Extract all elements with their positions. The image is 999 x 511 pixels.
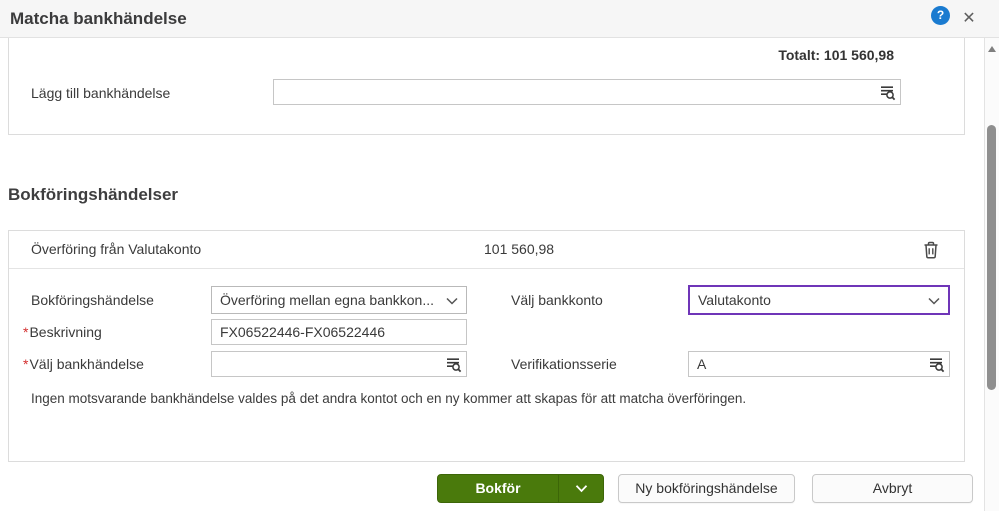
post-options-button[interactable] bbox=[558, 475, 603, 502]
dialog-title: Matcha bankhändelse bbox=[10, 9, 187, 28]
vertical-scrollbar[interactable] bbox=[984, 38, 999, 511]
cancel-button[interactable]: Avbryt bbox=[812, 474, 973, 503]
required-mark: * bbox=[23, 356, 29, 372]
add-bank-event-input[interactable] bbox=[273, 79, 901, 105]
description-input[interactable] bbox=[211, 319, 467, 345]
series-field bbox=[688, 351, 950, 377]
bank-event-label: *Välj bankhändelse bbox=[23, 356, 144, 372]
info-text: Ingen motsvarande bankhändelse valdes på… bbox=[31, 391, 747, 406]
account-value: Valutakonto bbox=[698, 292, 771, 308]
add-bank-event-field bbox=[273, 79, 901, 105]
bank-event-input[interactable] bbox=[211, 351, 467, 377]
scrollbar-thumb[interactable] bbox=[987, 125, 996, 390]
event-type-label: Bokföringshändelse bbox=[31, 292, 154, 308]
lookup-icon[interactable] bbox=[444, 355, 462, 373]
entry-title: Överföring från Valutakonto bbox=[31, 241, 202, 257]
post-button[interactable]: Bokför bbox=[438, 475, 558, 502]
event-type-value: Överföring mellan egna bankkon... bbox=[220, 292, 435, 308]
chevron-down-icon bbox=[446, 292, 458, 308]
entry-row: Överföring från Valutakonto 101 560,98 bbox=[9, 231, 964, 269]
add-bank-event-label: Lägg till bankhändelse bbox=[31, 85, 171, 101]
chevron-down-icon bbox=[575, 480, 588, 498]
total-amount: Totalt: 101 560,98 bbox=[778, 47, 894, 63]
accounting-events-panel: Överföring från Valutakonto 101 560,98 B… bbox=[8, 230, 965, 462]
account-select[interactable]: Valutakonto bbox=[688, 285, 950, 315]
event-type-select[interactable]: Överföring mellan egna bankkon... bbox=[211, 286, 467, 314]
close-icon[interactable]: ✕ bbox=[958, 8, 980, 30]
account-label: Välj bankkonto bbox=[511, 292, 603, 308]
section-heading: Bokföringshändelser bbox=[8, 185, 179, 204]
series-label: Verifikationsserie bbox=[511, 356, 617, 372]
required-mark: * bbox=[23, 324, 29, 340]
scroll-up-icon[interactable] bbox=[988, 46, 996, 52]
dialog-header: Matcha bankhändelse ? ✕ bbox=[0, 0, 999, 38]
lookup-icon[interactable] bbox=[878, 83, 896, 101]
lookup-icon[interactable] bbox=[927, 355, 945, 373]
entry-amount: 101 560,98 bbox=[484, 241, 555, 257]
description-label: *Beskrivning bbox=[23, 324, 102, 340]
series-input[interactable] bbox=[688, 351, 950, 377]
bank-events-panel: Totalt: 101 560,98 Lägg till bankhändels… bbox=[8, 38, 965, 135]
description-field bbox=[211, 319, 467, 345]
bank-event-field bbox=[211, 351, 467, 377]
new-entry-button[interactable]: Ny bokföringshändelse bbox=[618, 474, 795, 503]
trash-icon[interactable] bbox=[922, 240, 942, 260]
chevron-down-icon bbox=[928, 292, 940, 308]
help-icon[interactable]: ? bbox=[931, 6, 950, 25]
post-split-button: Bokför bbox=[437, 474, 604, 503]
